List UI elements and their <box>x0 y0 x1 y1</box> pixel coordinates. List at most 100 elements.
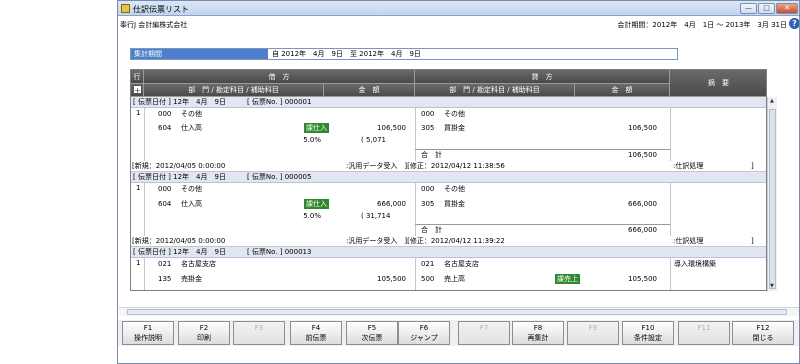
f8-recalculate-button[interactable]: F8 再集計 <box>512 321 564 345</box>
credit-amount: 105,500 <box>628 275 657 283</box>
credit-account-name: 買掛金 <box>444 200 465 208</box>
f4-previous-voucher-button[interactable]: F4 前伝票 <box>290 321 342 345</box>
debit-dept-code: 021 <box>158 260 172 268</box>
column-divider <box>670 183 671 236</box>
f9-disabled-button: F9 <box>567 321 619 345</box>
scroll-thumb[interactable] <box>769 109 776 289</box>
title-bar: 仕訳伝票リスト — □ ✕ <box>118 1 799 16</box>
voucher-status-line: [新規：2012/04/05 0:00:00 :汎用データ受入 ][修正：201… <box>131 236 766 247</box>
status-bracket: ] <box>751 237 754 245</box>
voucher-header[interactable]: [ 伝票日付 ] 12年 4月 9日 [ 伝票No. ] 000001 <box>131 97 766 108</box>
credit-dept-code: 000 <box>421 110 435 118</box>
maximize-button[interactable]: □ <box>758 3 775 14</box>
created-info: [新規：2012/04/05 0:00:00 <box>132 162 226 170</box>
credit-account-name: 売上高 <box>444 275 465 283</box>
f10-condition-settings-button[interactable]: F10 条件設定 <box>622 321 674 345</box>
column-divider <box>415 183 416 236</box>
horizontal-scrollbar[interactable] <box>119 307 799 316</box>
scroll-down-icon[interactable]: ▼ <box>770 283 774 289</box>
debit-account-code: 604 <box>158 124 172 132</box>
total-amount: 106,500 <box>628 151 657 159</box>
debit-dept-name: その他 <box>181 110 202 118</box>
voucher-status-line: [新規：2012/04/05 0:00:00 :汎用データ受入 ][修正：201… <box>131 161 766 172</box>
column-divider <box>670 108 671 161</box>
row-number: 1 <box>136 259 141 267</box>
total-label: 合 計 <box>421 226 442 234</box>
info-bar: 奉行J 会計編株式会社 会計期間：2012年 4月 1日 ～ 2013年 3月 … <box>118 17 799 30</box>
column-divider <box>144 183 145 236</box>
tax-amount: ( 5,071 <box>361 136 386 144</box>
vertical-scrollbar[interactable]: ▲ ▼ <box>767 97 777 291</box>
aggregation-period-value: 自 2012年 4月 9日 至 2012年 4月 9日 <box>272 50 421 58</box>
column-divider <box>144 258 145 290</box>
f11-disabled-button: F11 <box>678 321 730 345</box>
app-icon <box>121 4 130 13</box>
f1-help-button[interactable]: F1 操作説明 <box>122 321 174 345</box>
row-number: 1 <box>136 184 141 192</box>
credit-amount-header: 金 額 <box>575 84 670 97</box>
f2-print-button[interactable]: F2 印刷 <box>178 321 230 345</box>
import-modified-info: :汎用データ受入 ][修正：2012/04/12 11:39:22 <box>346 237 505 245</box>
column-divider <box>670 258 671 290</box>
f3-disabled-button: F3 <box>233 321 285 345</box>
debit-account-name: 売掛金 <box>181 275 202 283</box>
row-number: 1 <box>136 109 141 117</box>
debit-dept-name: 名古屋支店 <box>181 260 216 268</box>
total-amount: 666,000 <box>628 226 657 234</box>
credit-dept-code: 000 <box>421 185 435 193</box>
credit-amount: 666,000 <box>628 200 657 208</box>
debit-account-code: 135 <box>158 275 172 283</box>
debit-amount-header: 金 額 <box>324 84 415 97</box>
total-label: 合 計 <box>421 151 442 159</box>
debit-amount: 105,500 <box>377 275 406 283</box>
column-divider <box>415 258 416 290</box>
voucher-header[interactable]: [ 伝票日付 ] 12年 4月 9日 [ 伝票No. ] 000013 <box>131 247 766 258</box>
credit-amount: 106,500 <box>628 124 657 132</box>
help-icon[interactable]: ? <box>789 18 799 29</box>
debit-amount: 666,000 <box>377 200 406 208</box>
credit-dept-code: 021 <box>421 260 435 268</box>
total-divider <box>415 149 670 150</box>
debit-account-name: 仕入高 <box>181 124 202 132</box>
f6-jump-button[interactable]: F6 ジャンプ <box>398 321 450 345</box>
debit-dept-code: 000 <box>158 110 172 118</box>
company-name: 奉行J 会計編株式会社 <box>120 21 188 29</box>
tax-rate: 5.0% <box>303 212 321 220</box>
debit-dept-code: 000 <box>158 185 172 193</box>
credit-account-code: 500 <box>421 275 435 283</box>
column-divider <box>415 108 416 161</box>
credit-account-header: 部 門 / 勘定科目 / 補助科目 <box>415 84 575 97</box>
credit-account-code: 305 <box>421 124 435 132</box>
f7-disabled-button: F7 <box>458 321 510 345</box>
credit-dept-name: その他 <box>444 110 465 118</box>
function-key-bar: F1 操作説明 F2 印刷 F3 F4 前伝票 F5 次伝票 F6 ジャンプ F7 F8 再… <box>118 320 799 346</box>
voucher-header[interactable]: [ 伝票日付 ] 12年 4月 9日 [ 伝票No. ] 000005 <box>131 172 766 183</box>
journal-list-window: 仕訳伝票リスト — □ ✕ 奉行J 会計編株式会社 会計期間：2012年 4月 … <box>117 0 800 364</box>
debit-account-name: 仕入高 <box>181 200 202 208</box>
minimize-button[interactable]: — <box>740 3 757 14</box>
import-modified-info: :汎用データ受入 ][修正：2012/04/12 11:38:56 <box>346 162 505 170</box>
processing-type: :仕訳処理 <box>673 162 704 170</box>
aggregation-period-field[interactable]: 集計期間 自 2012年 4月 9日 至 2012年 4月 9日 <box>130 48 678 60</box>
debit-amount: 106,500 <box>377 124 406 132</box>
scroll-up-icon[interactable]: ▲ <box>770 98 774 104</box>
processing-type: :仕訳処理 <box>673 237 704 245</box>
tax-amount: ( 31,714 <box>361 212 391 220</box>
f12-close-button[interactable]: F12 閉じる <box>732 321 794 345</box>
expand-all-icon[interactable]: + <box>133 85 142 95</box>
debit-dept-name: その他 <box>181 185 202 193</box>
f5-next-voucher-button[interactable]: F5 次伝票 <box>346 321 398 345</box>
debit-account-code: 604 <box>158 200 172 208</box>
journal-grid: 行 + 借 方 貸 方 摘 要 部 門 / 勘定科目 / 補助科目 金 額 部 … <box>130 69 767 291</box>
debit-account-header: 部 門 / 勘定科目 / 補助科目 <box>144 84 324 97</box>
credit-dept-name: 名古屋支店 <box>444 260 479 268</box>
credit-account-name: 買掛金 <box>444 124 465 132</box>
close-button[interactable]: ✕ <box>776 3 798 14</box>
window-title: 仕訳伝票リスト <box>133 5 189 14</box>
horizontal-scroll-thumb[interactable] <box>127 309 787 315</box>
aggregation-period-label: 集計期間 <box>131 49 268 59</box>
row-column-header: 行 <box>131 70 144 84</box>
credit-account-code: 305 <box>421 200 435 208</box>
column-divider <box>144 108 145 161</box>
fiscal-period: 会計期間：2012年 4月 1日 ～ 2013年 3月 31日 <box>617 21 787 29</box>
